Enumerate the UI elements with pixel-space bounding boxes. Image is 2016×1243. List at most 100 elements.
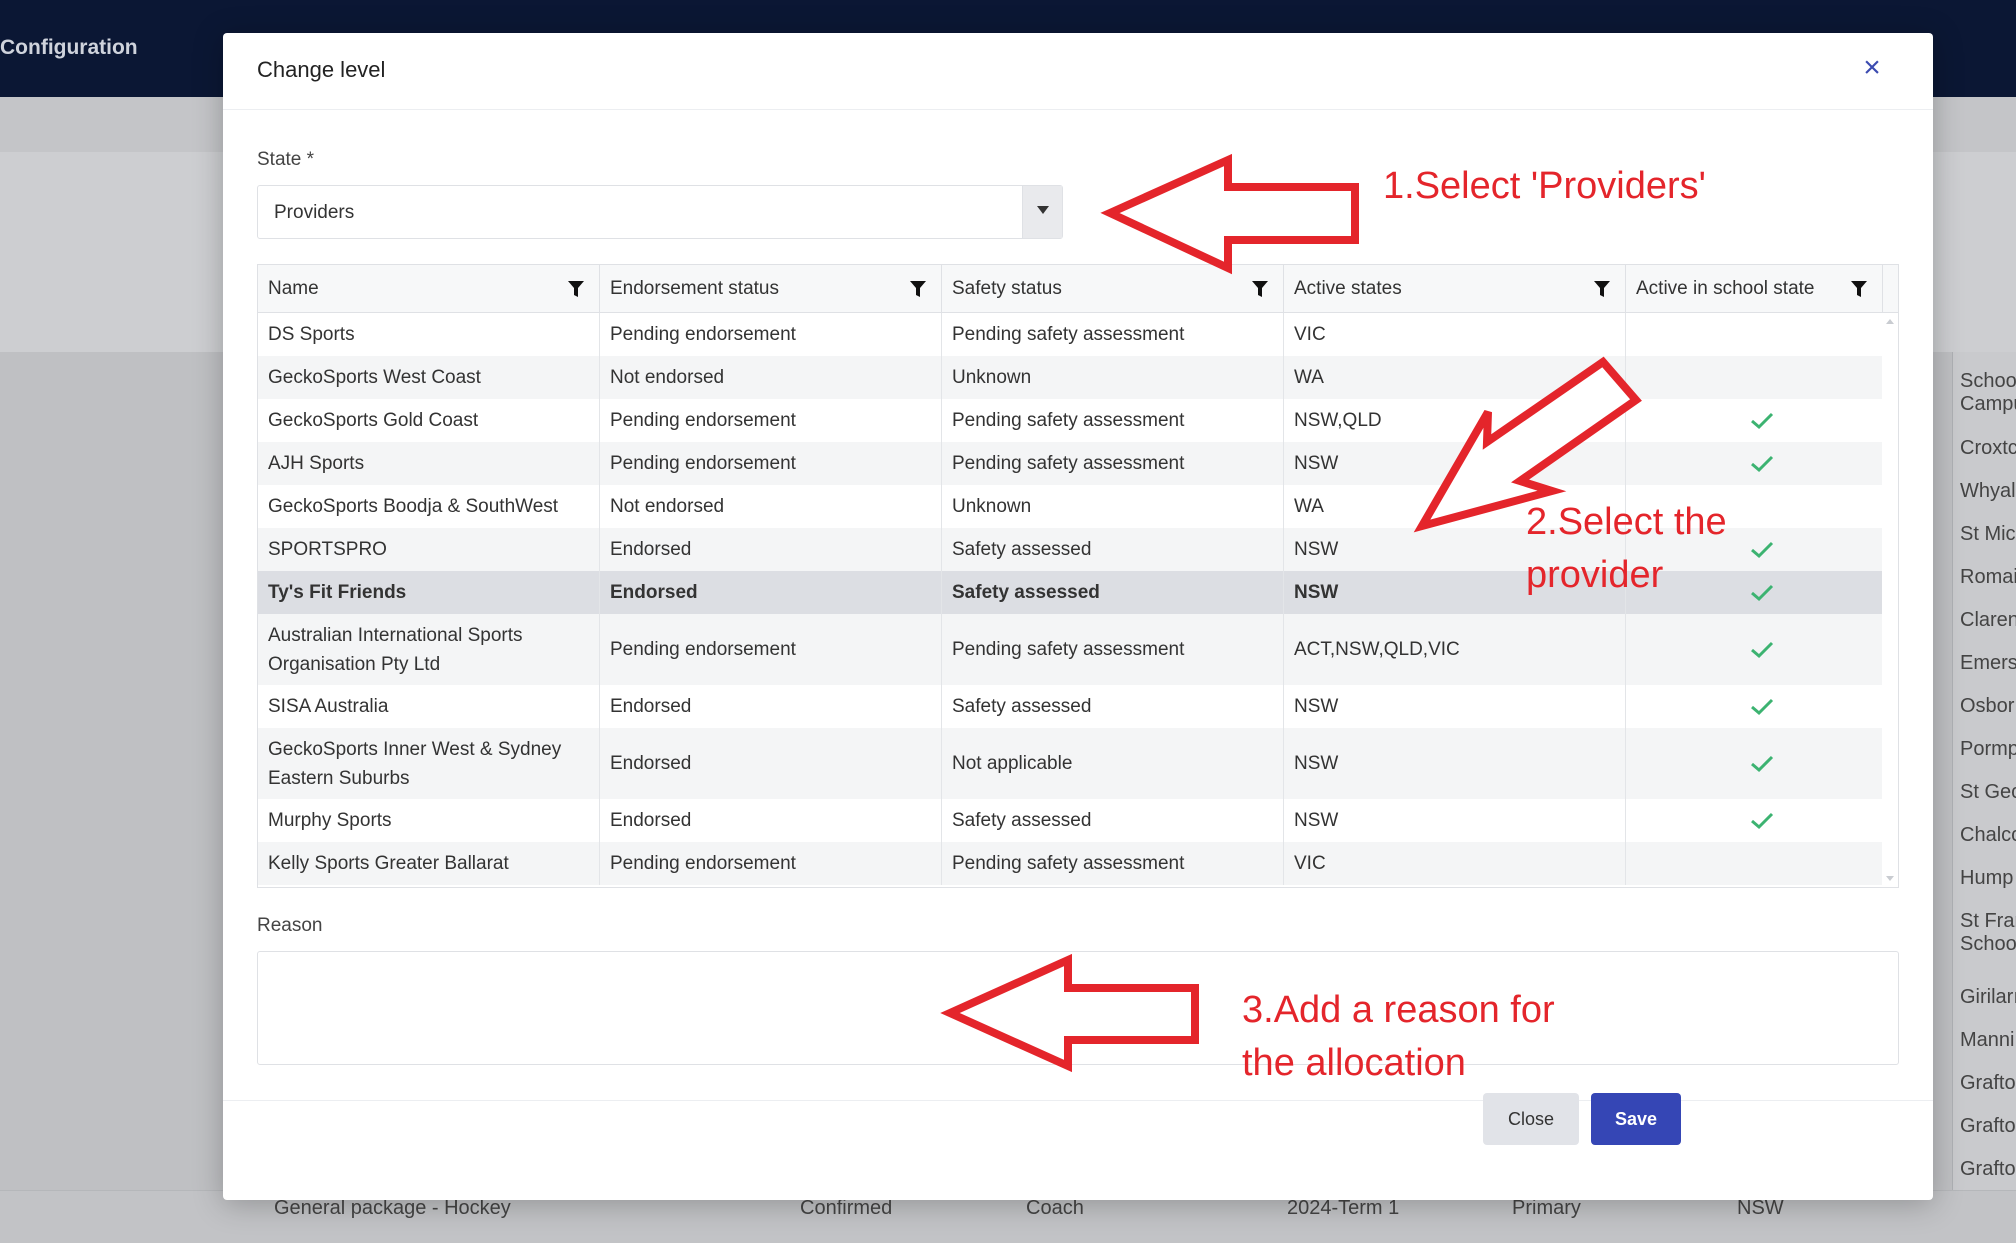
dialog-title: Change level bbox=[257, 57, 386, 82]
cell-active-in-school-state bbox=[1626, 614, 1883, 685]
column-header[interactable]: Name bbox=[258, 265, 600, 313]
cell-active-in-school-state bbox=[1626, 728, 1883, 799]
background-school-name: Grafto bbox=[1960, 1158, 2016, 1180]
annotation-step-3-line-2: the allocation bbox=[1242, 1042, 1466, 1084]
column-header-label: Name bbox=[268, 278, 319, 299]
table-row[interactable]: GeckoSports West Coast Not endorsed Unknow… bbox=[258, 356, 1883, 399]
state-selected-value: Providers bbox=[274, 202, 355, 223]
annotation-step-2-line-1: 2.Select the bbox=[1526, 501, 1727, 543]
cell-states: ACT,NSW,QLD,VIC bbox=[1284, 614, 1626, 685]
cell-endorsement: Not endorsed bbox=[600, 485, 942, 528]
table-row[interactable]: SISA Australia Endorsed Safety assessed NSW bbox=[258, 685, 1883, 728]
cell-name: SISA Australia bbox=[258, 685, 600, 728]
checkmark-icon bbox=[1751, 641, 1774, 658]
state-label: State * bbox=[257, 149, 315, 170]
table-row[interactable]: AJH Sports Pending endorsement Pending saf… bbox=[258, 442, 1883, 485]
cell-name: GeckoSports Gold Coast bbox=[258, 399, 600, 442]
cell-safety: Pending safety assessment bbox=[942, 442, 1284, 485]
background-school-name: St Fran bbox=[1960, 910, 2016, 932]
background-school-name: Chalcc bbox=[1960, 824, 2016, 846]
column-header-label: Safety status bbox=[952, 278, 1062, 299]
cell-name: GeckoSports West Coast bbox=[258, 356, 600, 399]
cell-safety: Safety assessed bbox=[942, 571, 1284, 614]
background-school-name: Schoo bbox=[1960, 370, 2016, 392]
background-school-name: Grafto bbox=[1960, 1072, 2016, 1094]
column-header-label: Endorsement status bbox=[610, 278, 779, 299]
background-school-name: Hump bbox=[1960, 867, 2014, 889]
filter-icon[interactable] bbox=[909, 280, 927, 298]
table-row[interactable]: Murphy Sports Endorsed Safety assessed NSW bbox=[258, 799, 1883, 842]
background-cell: Primary bbox=[1512, 1197, 1581, 1219]
close-button[interactable]: Close bbox=[1483, 1093, 1579, 1145]
filter-icon[interactable] bbox=[1251, 280, 1269, 298]
checkmark-icon bbox=[1751, 412, 1774, 429]
state-dropdown[interactable]: Providers bbox=[257, 185, 1063, 239]
background-school-name: Claren bbox=[1960, 609, 2016, 631]
cell-active-in-school-state bbox=[1626, 842, 1883, 885]
cell-endorsement: Pending endorsement bbox=[600, 842, 942, 885]
cell-safety: Pending safety assessment bbox=[942, 614, 1284, 685]
cell-states: VIC bbox=[1284, 842, 1626, 885]
background-school-name: Schoo bbox=[1960, 933, 2016, 955]
close-icon[interactable]: × bbox=[1857, 53, 1887, 83]
cell-endorsement: Endorsed bbox=[600, 571, 942, 614]
column-header[interactable]: Endorsement status bbox=[600, 265, 942, 313]
background-cell: General package - Hockey bbox=[274, 1197, 511, 1219]
column-header[interactable]: Active states bbox=[1284, 265, 1626, 313]
cell-safety: Unknown bbox=[942, 356, 1284, 399]
cell-active-in-school-state bbox=[1626, 799, 1883, 842]
background-school-name: Romai bbox=[1960, 566, 2016, 588]
cell-name: Ty's Fit Friends bbox=[258, 571, 600, 614]
cell-safety: Safety assessed bbox=[942, 528, 1284, 571]
background-school-name: Grafto bbox=[1960, 1115, 2016, 1137]
cell-endorsement: Endorsed bbox=[600, 799, 942, 842]
filter-icon[interactable] bbox=[567, 280, 585, 298]
cell-name: SPORTSPRO bbox=[258, 528, 600, 571]
cell-states: VIC bbox=[1284, 313, 1626, 356]
filter-icon[interactable] bbox=[1593, 280, 1611, 298]
cell-active-in-school-state bbox=[1626, 356, 1883, 399]
background-cell: Coach bbox=[1026, 1197, 1084, 1219]
cell-endorsement: Endorsed bbox=[600, 685, 942, 728]
cell-endorsement: Endorsed bbox=[600, 728, 942, 799]
background-cell: Confirmed bbox=[800, 1197, 893, 1219]
table-row[interactable]: GeckoSports Inner West & Sydney Eastern … bbox=[258, 728, 1883, 799]
cell-active-in-school-state bbox=[1626, 571, 1883, 614]
filter-icon[interactable] bbox=[1850, 280, 1868, 298]
reason-textarea[interactable] bbox=[257, 951, 1899, 1065]
cell-active-in-school-state bbox=[1626, 313, 1883, 356]
annotation-step-1: 1.Select 'Providers' bbox=[1383, 165, 1706, 207]
column-header[interactable]: Safety status bbox=[942, 265, 1284, 313]
background-school-name: Campu bbox=[1960, 393, 2016, 415]
background-school-name: St Mic bbox=[1960, 523, 2016, 545]
background-cell: NSW bbox=[1737, 1197, 1784, 1219]
cell-endorsement: Endorsed bbox=[600, 528, 942, 571]
cell-states: NSW,QLD bbox=[1284, 399, 1626, 442]
scroll-down-icon[interactable] bbox=[1886, 876, 1894, 881]
cell-active-in-school-state bbox=[1626, 442, 1883, 485]
cell-safety: Pending safety assessment bbox=[942, 842, 1284, 885]
vertical-scrollbar[interactable] bbox=[1882, 313, 1898, 887]
column-header-label: Active states bbox=[1294, 278, 1402, 299]
save-button[interactable]: Save bbox=[1591, 1093, 1681, 1145]
dialog-header: Change level × bbox=[223, 33, 1933, 110]
table-row[interactable]: Australian International Sports Organisa… bbox=[258, 614, 1883, 685]
cell-safety: Pending safety assessment bbox=[942, 313, 1284, 356]
table-row[interactable]: DS Sports Pending endorsement Pending safe… bbox=[258, 313, 1883, 356]
table-row[interactable]: Kelly Sports Greater Ballarat Pending end… bbox=[258, 842, 1883, 885]
checkmark-icon bbox=[1751, 584, 1774, 601]
background-school-name: St Gec bbox=[1960, 781, 2016, 803]
cell-states: NSW bbox=[1284, 799, 1626, 842]
cell-states: WA bbox=[1284, 356, 1626, 399]
column-header[interactable]: Active in school state bbox=[1626, 265, 1883, 313]
scroll-up-icon[interactable] bbox=[1886, 319, 1894, 324]
annotation-step-3-line-1: 3.Add a reason for bbox=[1242, 989, 1555, 1031]
dropdown-toggle[interactable] bbox=[1022, 186, 1062, 238]
grid-header: Name Endorsement status Safety status Activ… bbox=[258, 265, 1898, 313]
background-school-name: Manni bbox=[1960, 1029, 2015, 1051]
cell-safety: Pending safety assessment bbox=[942, 399, 1284, 442]
cell-active-in-school-state bbox=[1626, 685, 1883, 728]
table-row[interactable]: GeckoSports Gold Coast Pending endorsemen… bbox=[258, 399, 1883, 442]
cell-name: GeckoSports Inner West & Sydney Eastern … bbox=[258, 728, 600, 799]
background-school-name: Croxtc bbox=[1960, 437, 2016, 459]
